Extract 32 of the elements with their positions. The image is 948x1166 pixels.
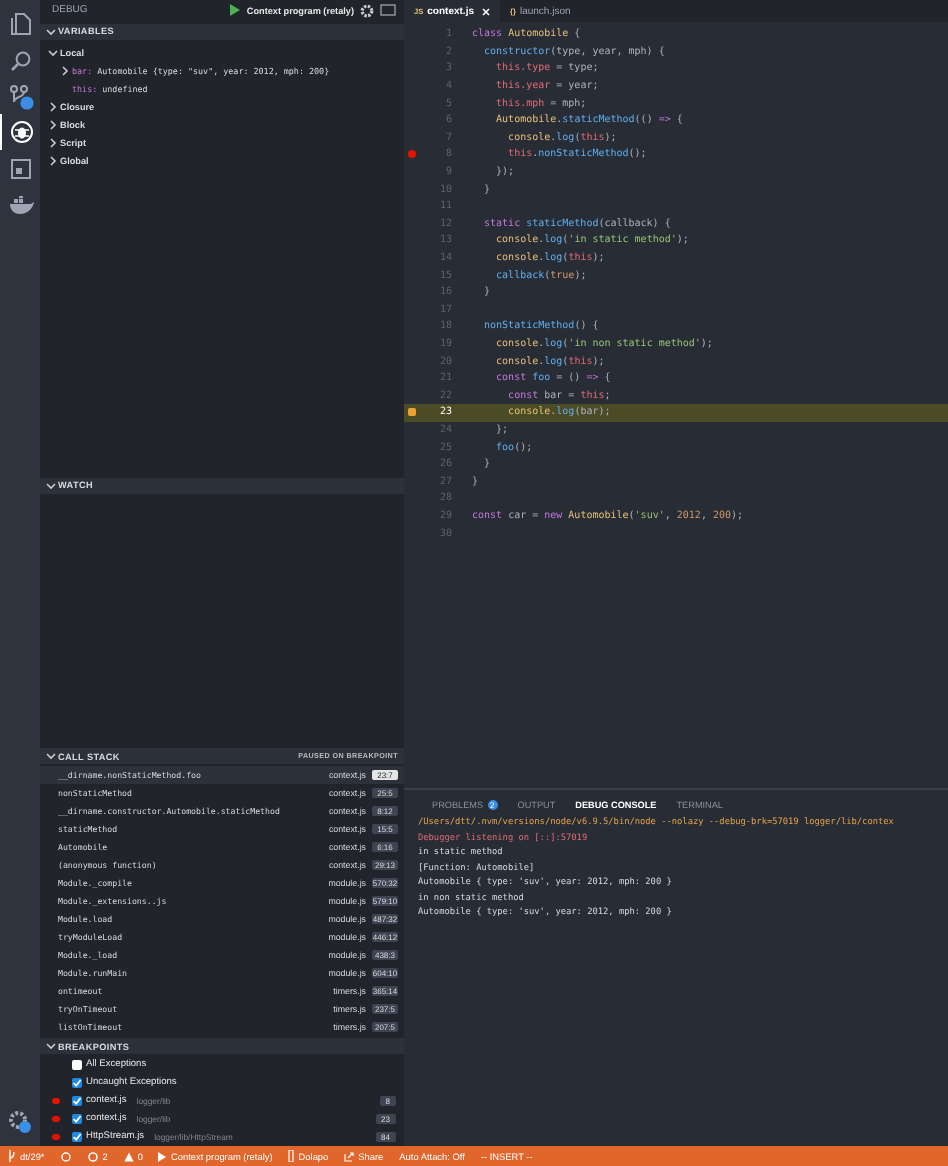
checkbox[interactable]: [72, 1132, 82, 1143]
checkbox[interactable]: [72, 1114, 82, 1125]
terminal-icon[interactable]: [380, 4, 396, 17]
files-icon[interactable]: [10, 12, 32, 36]
breakpoint-icon[interactable]: [408, 150, 416, 159]
play-icon[interactable]: [230, 4, 241, 17]
close-icon[interactable]: [482, 7, 490, 15]
settings-icon[interactable]: [8, 1110, 32, 1134]
branch-icon: [8, 1150, 16, 1162]
breakpoint-icon[interactable]: [408, 408, 416, 417]
warning-icon: [123, 1151, 134, 1161]
debug-icon[interactable]: [9, 120, 33, 144]
whale-icon[interactable]: [8, 195, 34, 213]
chevron-down-icon: [46, 1042, 56, 1051]
play-icon: [158, 1151, 167, 1161]
settings-icon[interactable]: [360, 3, 374, 18]
checkbox[interactable]: [72, 1078, 82, 1089]
extensions-icon[interactable]: [10, 157, 32, 179]
share-icon: [344, 1151, 355, 1161]
chevron-down-icon: [46, 481, 56, 490]
chevron-down-icon: [46, 27, 56, 36]
checkbox[interactable]: [72, 1060, 82, 1071]
error-icon: [88, 1151, 99, 1161]
checkbox[interactable]: [72, 1096, 82, 1107]
breakpoint-dot-icon: [52, 1097, 59, 1105]
source-control-icon[interactable]: [8, 83, 34, 109]
sync-icon: [60, 1151, 73, 1161]
breakpoint-dot-icon: [52, 1133, 59, 1141]
search-icon[interactable]: [10, 49, 32, 71]
breakpoint-dot-icon: [52, 1115, 59, 1123]
status-item[interactable]: [60, 1151, 73, 1161]
chevron-down-icon: [46, 752, 56, 761]
